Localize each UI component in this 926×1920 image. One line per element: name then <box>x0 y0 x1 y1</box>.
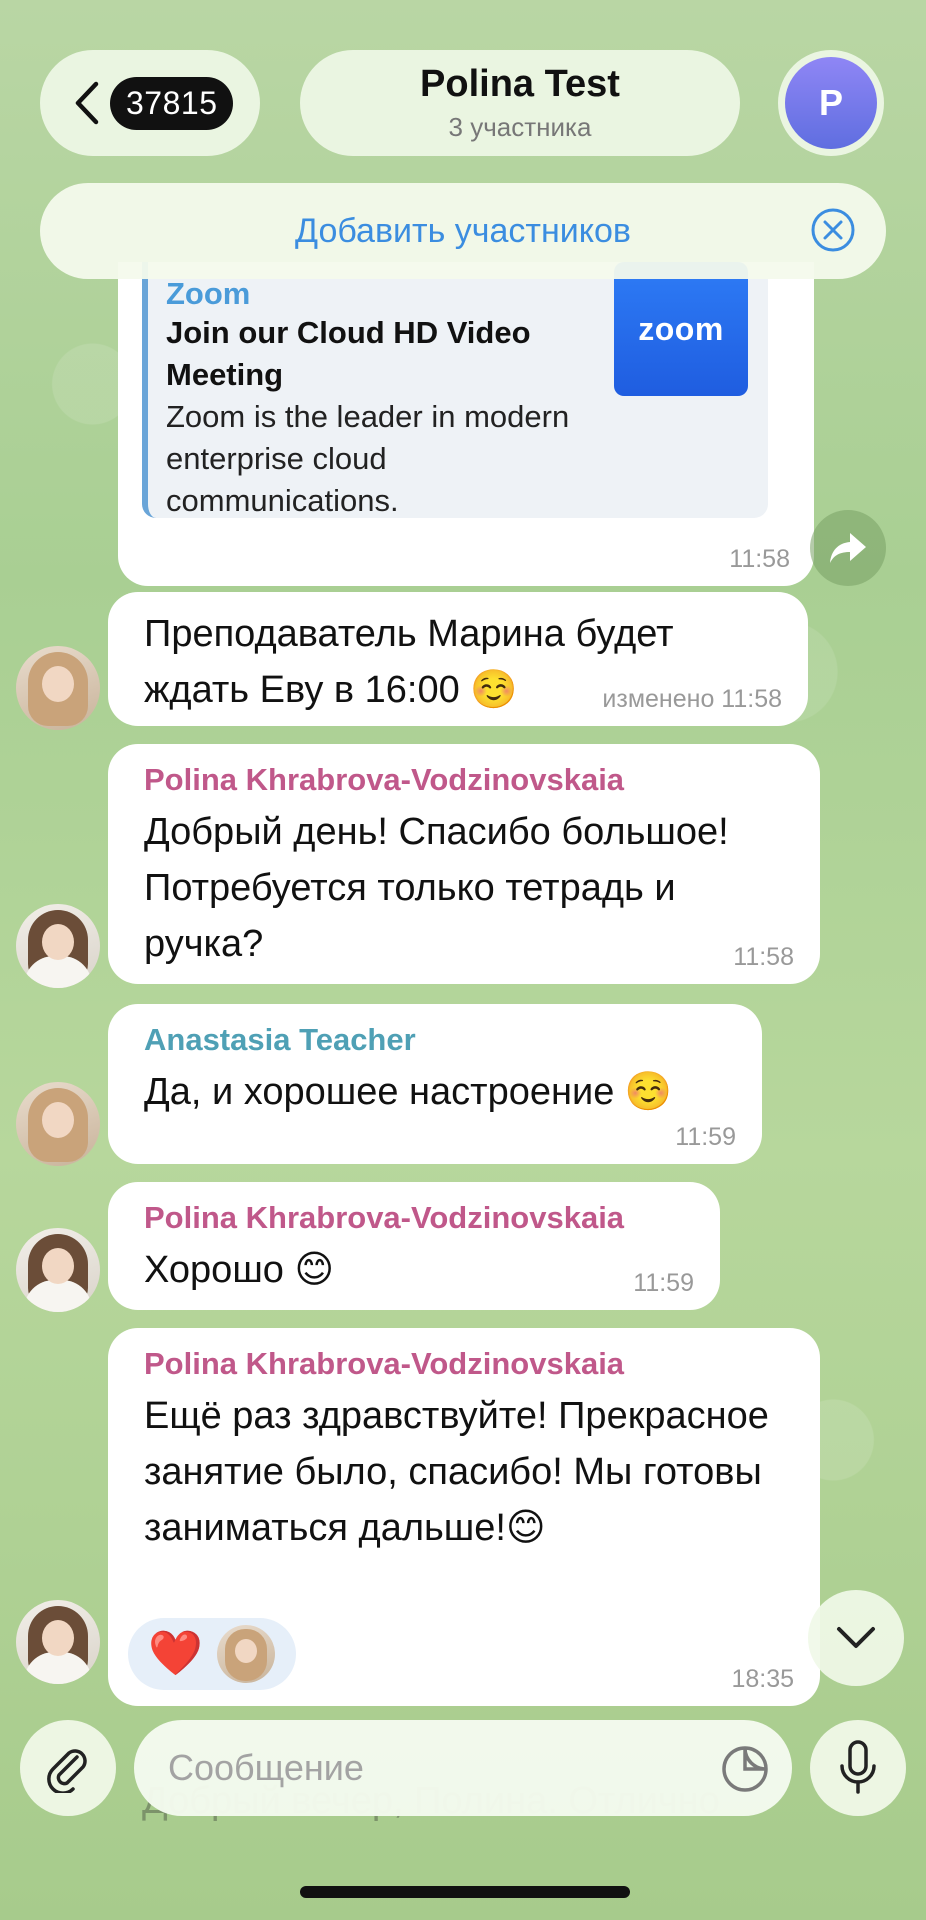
share-button[interactable] <box>810 510 886 586</box>
unread-count-badge: 37815 <box>110 76 234 130</box>
heart-reaction-icon: ❤️ <box>148 1629 203 1678</box>
message-bubble[interactable]: Преподаватель Марина будет ждать Еву в 1… <box>108 592 808 726</box>
close-icon[interactable] <box>810 207 856 253</box>
message-time: 11:58 <box>733 943 794 971</box>
avatar-polina[interactable] <box>16 1228 100 1312</box>
message-text: Хорошо 😊 <box>144 1249 335 1291</box>
message-bubble[interactable]: Anastasia Teacher Да, и хорошее настроен… <box>108 1004 762 1164</box>
add-members-label: Добавить участников <box>295 211 631 250</box>
message-time: 11:59 <box>633 1269 694 1297</box>
avatar-polina[interactable] <box>16 904 100 988</box>
message-text: Да, и хорошее настроение ☺️ <box>144 1071 673 1113</box>
message-sender[interactable]: Polina Khrabrova-Vodzinovskaia <box>144 1198 696 1238</box>
message-sender[interactable]: Polina Khrabrova-Vodzinovskaia <box>144 1344 796 1384</box>
chat-subtitle: 3 участника <box>448 112 592 142</box>
microphone-icon <box>840 1740 876 1794</box>
back-button[interactable]: 37815 <box>40 50 260 156</box>
add-members-banner[interactable]: Добавить участников <box>40 183 886 279</box>
message-text: Добрый день! Спасибо большое! Потребуетс… <box>144 811 729 965</box>
link-site-name: Zoom <box>166 276 251 311</box>
avatar-polina[interactable] <box>16 1600 100 1684</box>
message-input[interactable] <box>166 1746 690 1790</box>
avatar-anastasia[interactable] <box>16 646 100 730</box>
attach-button[interactable] <box>20 1720 116 1816</box>
paperclip-icon <box>47 1749 87 1793</box>
chevron-left-icon <box>75 81 99 125</box>
message-bubble[interactable]: Polina Khrabrova-Vodzinovskaia Добрый де… <box>108 744 820 984</box>
zoom-logo-text: zoom <box>638 310 724 347</box>
chat-title: Polina Test <box>420 63 620 105</box>
link-description: Zoom is the leader in modern enterprise … <box>166 399 570 518</box>
sticker-icon[interactable] <box>720 1744 770 1794</box>
message-bubble[interactable]: Polina Khrabrova-Vodzinovskaia Ещё раз з… <box>108 1328 820 1706</box>
chevron-down-icon <box>837 1627 875 1648</box>
zoom-logo-image: zoom <box>614 262 748 396</box>
message-time: 11:58 <box>729 545 790 573</box>
message-time: 18:35 <box>731 1665 794 1693</box>
reactor-avatar <box>216 1625 275 1683</box>
home-indicator <box>300 1886 630 1898</box>
link-title: Join our Cloud HD Video Meeting <box>166 315 531 392</box>
share-arrow-icon <box>830 533 866 563</box>
link-preview-card[interactable]: Zoom Join our Cloud HD Video Meeting Zoo… <box>142 262 768 518</box>
message-sender[interactable]: Anastasia Teacher <box>144 1020 738 1060</box>
microphone-button[interactable] <box>810 1720 906 1816</box>
message-time: изменено 11:58 <box>602 685 782 713</box>
message-time: 11:59 <box>675 1123 736 1151</box>
reaction-pill[interactable]: ❤️ <box>128 1618 296 1690</box>
chat-avatar: P <box>785 57 877 149</box>
avatar-anastasia[interactable] <box>16 1082 100 1166</box>
message-bubble[interactable]: Polina Khrabrova-Vodzinovskaia Хорошо 😊 … <box>108 1182 720 1310</box>
chat-title-button[interactable]: Polina Test 3 участника <box>300 50 740 156</box>
chat-avatar-button[interactable]: P <box>778 50 884 156</box>
message-input-field[interactable] <box>134 1720 792 1816</box>
message-text: Ещё раз здравствуйте! Прекрасное занятие… <box>144 1395 769 1549</box>
link-preview-message[interactable]: Zoom Join our Cloud HD Video Meeting Zoo… <box>118 262 814 586</box>
scroll-down-button[interactable] <box>808 1590 904 1686</box>
message-sender[interactable]: Polina Khrabrova-Vodzinovskaia <box>144 760 796 800</box>
